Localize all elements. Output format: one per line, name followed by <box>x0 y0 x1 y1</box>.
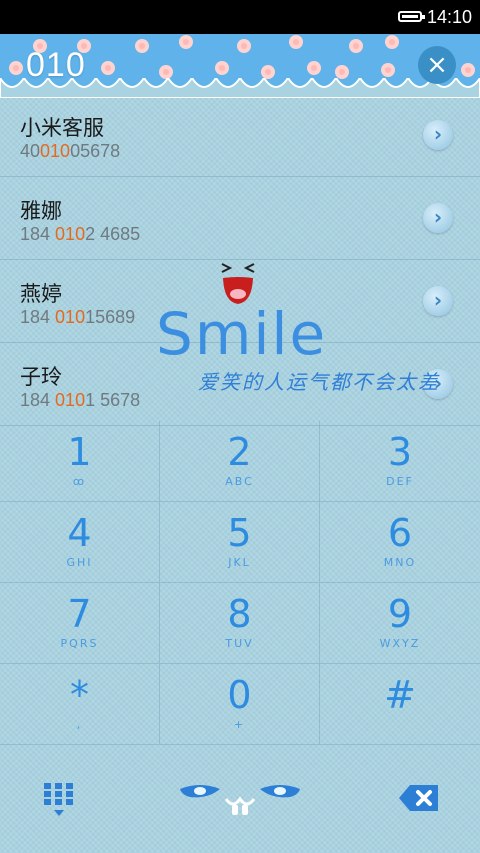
key-9[interactable]: 9 WXYZ <box>320 583 480 664</box>
key-2[interactable]: 2 ABC <box>160 421 320 502</box>
contact-name: 小米客服 <box>20 116 104 140</box>
key-hash[interactable]: # <box>320 664 480 745</box>
status-bar: 14:10 <box>0 0 480 34</box>
contact-number: 184 01015689 <box>20 307 136 327</box>
key-3[interactable]: 3 DEF <box>320 421 480 502</box>
smile-decoration: Smile 爱笑的人运气都不会太差 <box>156 258 476 418</box>
contact-number: 4001005678 <box>20 141 121 161</box>
battery-icon <box>398 11 425 22</box>
contact-name: 雅娜 <box>20 199 62 223</box>
dialer-screen: 010 × 小米客服 4001005678 › 雅娜 184 0102 4685… <box>0 34 480 853</box>
smile-tagline: 爱笑的人运气都不会太差 <box>198 370 440 394</box>
chevron-right-icon[interactable]: › <box>423 203 453 233</box>
dialed-number: 010 <box>26 46 86 84</box>
voicemail-icon: ꝏ <box>72 475 87 488</box>
close-button[interactable]: × <box>418 46 456 84</box>
contact-name: 子玲 <box>20 365 62 389</box>
dial-header: 010 × <box>0 34 480 98</box>
dial-keypad: 1ꝏ 2 ABC 3 DEF 4 GHI 5 JKL 6 MNO 7 PQRS 8 TUV 9… <box>0 421 480 745</box>
key-7[interactable]: 7 PQRS <box>0 583 160 664</box>
contact-number: 184 0101 5678 <box>20 390 141 410</box>
contact-number: 184 0102 4685 <box>20 224 141 244</box>
list-item[interactable]: 小米客服 4001005678 › <box>0 94 480 177</box>
bottom-bar <box>0 745 480 853</box>
key-star[interactable]: *, <box>0 664 160 745</box>
chevron-right-icon[interactable]: › <box>423 120 453 150</box>
backspace-icon[interactable] <box>398 783 440 813</box>
key-5[interactable]: 5 JKL <box>160 502 320 583</box>
key-1[interactable]: 1ꝏ <box>0 421 160 502</box>
key-4[interactable]: 4 GHI <box>0 502 160 583</box>
contact-name: 燕婷 <box>20 282 62 306</box>
list-item[interactable]: 雅娜 184 0102 4685 › <box>0 177 480 260</box>
status-time: 14:10 <box>426 7 472 27</box>
cat-face-icon[interactable] <box>178 783 302 823</box>
smile-word: Smile <box>156 300 328 368</box>
key-6[interactable]: 6 MNO <box>320 502 480 583</box>
key-8[interactable]: 8 TUV <box>160 583 320 664</box>
dialpad-icon[interactable] <box>44 783 74 817</box>
key-0[interactable]: 0 + <box>160 664 320 745</box>
